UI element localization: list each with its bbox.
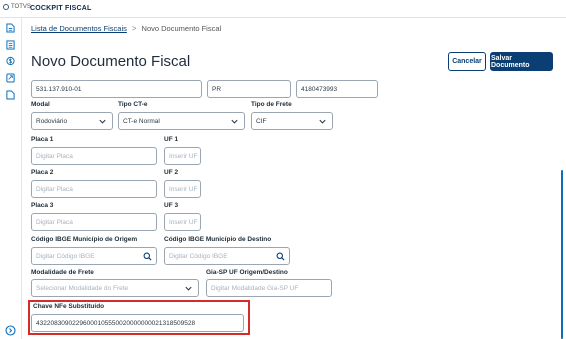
uf2-placeholder: Inserir UF <box>169 185 198 193</box>
dollar-icon[interactable] <box>6 56 15 66</box>
gia-sp-input[interactable]: Digitar Modalidade Gia-SP UF <box>206 279 332 297</box>
tipo-cte-select[interactable]: CT-e Normal <box>118 112 245 130</box>
tipo-cte-label: Tipo CT-e <box>118 101 148 108</box>
tipo-frete-label: Tipo de Frete <box>251 101 292 108</box>
ie-value: 4180473993 <box>301 85 338 93</box>
logo: TOTVS <box>3 4 31 10</box>
placa1-placeholder: Digitar Placa <box>36 152 73 160</box>
save-document-button[interactable]: Salvar Documento <box>490 52 553 71</box>
modal-select[interactable]: Rodoviário <box>31 112 113 130</box>
top-bar: TOTVS COCKPIT FISCAL <box>0 0 566 18</box>
uf2-label: UF 2 <box>164 169 179 176</box>
chave-nfe-input[interactable]: 4322083090229600010555002000000002131850… <box>31 314 244 332</box>
ibge-destino-placeholder: Digitar Código IBGE <box>169 252 228 260</box>
search-icon[interactable] <box>143 252 152 261</box>
export-icon[interactable] <box>6 73 15 83</box>
placa2-input[interactable]: Digitar Placa <box>31 180 157 198</box>
logo-icon <box>3 4 9 10</box>
page-title: Novo Documento Fiscal <box>31 53 191 70</box>
cancel-button[interactable]: Cancelar <box>448 52 486 71</box>
uf3-input[interactable]: Inserir UF <box>164 213 201 231</box>
ibge-destino-input[interactable]: Digitar Código IBGE <box>164 247 290 265</box>
uf-field[interactable]: PR <box>207 80 291 98</box>
placa3-label: Placa 3 <box>31 202 54 209</box>
uf1-input[interactable]: Inserir UF <box>164 147 201 165</box>
placa2-placeholder: Digitar Placa <box>36 185 73 193</box>
sidebar <box>0 18 22 339</box>
modal-label: Modal <box>31 101 50 108</box>
gia-sp-label: Gia-SP UF Origem/Destino <box>206 269 288 276</box>
chevron-down-icon <box>319 119 326 124</box>
tipo-cte-value: CT-e Normal <box>123 117 160 125</box>
ibge-destino-label: Código IBGE Município de Destino <box>164 236 272 243</box>
uf1-placeholder: Inserir UF <box>169 152 198 160</box>
breadcrumb-link-list[interactable]: Lista de Documentos Fiscais <box>31 24 127 33</box>
uf-value: PR <box>212 85 222 93</box>
uf2-input[interactable]: Inserir UF <box>164 180 201 198</box>
uf3-label: UF 3 <box>164 202 179 209</box>
list-icon[interactable] <box>6 40 15 50</box>
chave-nfe-value: 4322083090229600010555002000000002131850… <box>36 319 196 327</box>
chevron-down-icon <box>99 119 106 124</box>
placa1-label: Placa 1 <box>31 136 54 143</box>
modal-value: Rodoviário <box>36 117 68 125</box>
placa3-input[interactable]: Digitar Placa <box>31 213 157 231</box>
document-icon[interactable] <box>6 23 15 33</box>
help-icon[interactable] <box>5 325 16 336</box>
chevron-down-icon <box>231 119 238 124</box>
ibge-origem-input[interactable]: Digitar Código IBGE <box>31 247 157 265</box>
modalidade-frete-placeholder: Selecionar Modalidade do Frete <box>36 284 129 292</box>
cnpj-field[interactable]: 531.137.910-01 <box>31 80 202 98</box>
chevron-down-icon <box>185 286 192 291</box>
file-icon[interactable] <box>6 90 15 100</box>
placa3-placeholder: Digitar Placa <box>36 218 73 226</box>
gia-sp-placeholder: Digitar Modalidade Gia-SP UF <box>211 284 299 292</box>
ibge-origem-placeholder: Digitar Código IBGE <box>36 252 95 260</box>
breadcrumb: Lista de Documentos Fiscais > Novo Docum… <box>31 24 221 33</box>
uf3-placeholder: Inserir UF <box>169 218 198 226</box>
scrollbar[interactable] <box>561 170 563 339</box>
chave-nfe-label: Chave NFe Substituído <box>33 303 105 310</box>
ie-field[interactable]: 4180473993 <box>296 80 378 98</box>
tipo-frete-select[interactable]: CIF <box>251 112 333 130</box>
breadcrumb-current: Novo Documento Fiscal <box>141 24 222 33</box>
placa1-input[interactable]: Digitar Placa <box>31 147 157 165</box>
cnpj-value: 531.137.910-01 <box>36 85 82 93</box>
ibge-origem-label: Código IBGE Município de Origem <box>31 236 138 243</box>
uf1-label: UF 1 <box>164 136 179 143</box>
search-icon[interactable] <box>276 252 285 261</box>
placa2-label: Placa 2 <box>31 169 54 176</box>
modalidade-frete-label: Modalidade de Frete <box>31 269 94 276</box>
app-title: COCKPIT FISCAL <box>30 5 92 12</box>
tipo-frete-value: CIF <box>256 117 267 125</box>
modalidade-frete-select[interactable]: Selecionar Modalidade do Frete <box>31 279 199 297</box>
logo-text: TOTVS <box>11 4 31 10</box>
breadcrumb-separator: > <box>131 24 137 33</box>
